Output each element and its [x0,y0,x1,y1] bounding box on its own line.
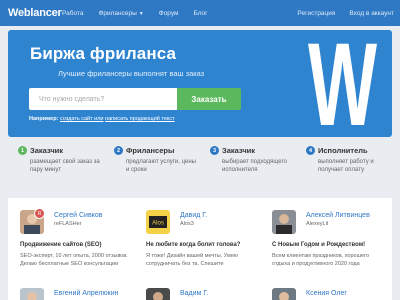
pro-badge-icon: R [34,208,45,219]
freelancer-login: reFLASHer [54,221,82,227]
freelancer-cards: R Сергей Сивков reFLASHer Продвижение са… [8,198,392,300]
avatar[interactable] [20,288,44,300]
nav-links: Работа Фрилансеры ▼ Форум Блог [62,10,223,17]
nav-link-jobs[interactable]: Работа [62,10,83,17]
register-link[interactable]: Регистрация [297,10,335,17]
step-text: предлагают услуги, цены и сроки [126,159,196,173]
nav-link-freelancers[interactable]: Фрилансеры ▼ [98,10,143,17]
avatar[interactable] [272,210,296,234]
freelancer-name[interactable]: Вадим Г. [180,290,208,297]
hero-title: Биржа фриланса [30,44,177,63]
step-item: 3 Заказчик выбирает подходящего исполните… [200,146,296,190]
step-number: 3 [210,146,219,155]
step-title: Фрилансеры [126,146,175,155]
step-text: размещает свой заказ за пару минут [30,159,100,173]
example-label: Например: [29,116,59,122]
step-number: 4 [306,146,315,155]
nav-link-forum[interactable]: Форум [159,10,179,17]
freelancer-login: Alos3 [180,221,194,227]
step-text: выбирает подходящего исполнителя [222,159,287,173]
example-link-site[interactable]: создать сайт или [60,116,104,122]
order-button[interactable]: Заказать [177,88,241,110]
example-link-text[interactable]: написать продающий текст [105,116,175,122]
login-link[interactable]: Вход в аккаунт [349,10,394,17]
card-description: SEO-эксперт, 10 лет опыта, 2000 отзывов.… [20,253,128,267]
avatar[interactable] [272,288,296,300]
step-text: выполняет работу и получает оплату [318,159,374,173]
freelancer-name[interactable]: Сергей Сивков [54,212,102,219]
freelancer-name[interactable]: Алексей Литвинцев [306,212,370,219]
how-it-works: 1 Заказчик размещает свой заказ за пару м… [8,146,392,190]
site-logo[interactable]: Weblancer [8,7,62,19]
freelancer-login: AlexeyLit [306,221,329,227]
step-item: 2 Фрилансеры предлагают услуги, цены и ср… [104,146,200,190]
step-item: 4 Исполнитель выполняет работу и получает… [296,146,392,190]
order-search-input[interactable] [29,88,177,110]
card-title[interactable]: Не любите когда болит голова? [146,242,240,248]
top-navbar: Weblancer Работа Фрилансеры ▼ Форум Блог … [0,0,400,26]
chevron-down-icon: ▼ [138,10,144,17]
hero-subtitle: Лучшие фрилансеры выполнят ваш заказ [58,69,205,78]
nav-account: Регистрация Вход в аккаунт [283,10,394,17]
hero-banner: W Биржа фриланса Лучшие фрилансеры выпол… [8,30,392,137]
card-description: Я тоже! Дизайн вашей мечты. Умею сотрудн… [146,253,239,267]
step-title: Заказчик [222,146,256,155]
step-number: 1 [18,146,27,155]
step-number: 2 [114,146,123,155]
hero-example: Например: создать сайт или написать прод… [29,116,175,122]
card-title[interactable]: С Новым Годом и Рождеством! [272,242,365,248]
freelancer-name[interactable]: Евгений Апрелюкин [54,290,119,297]
nav-link-freelancers-label: Фрилансеры [98,9,137,17]
avatar[interactable] [146,288,170,300]
nav-link-blog[interactable]: Блог [194,10,208,17]
card-description: Всем клиентам праздников, хорошего отдых… [272,253,369,267]
avatar[interactable]: Alos [146,210,170,234]
step-item: 1 Заказчик размещает свой заказ за пару м… [8,146,104,190]
card-title[interactable]: Продвижение сайтов (SEO) [20,242,102,248]
svg-text:Alos: Alos [152,221,164,227]
step-title: Исполнитель [318,146,368,155]
step-title: Заказчик [30,146,64,155]
logo-w-icon: W [308,30,377,137]
freelancer-name[interactable]: Ксения Олег [306,290,347,297]
freelancer-name[interactable]: Давид Г. [180,212,207,219]
